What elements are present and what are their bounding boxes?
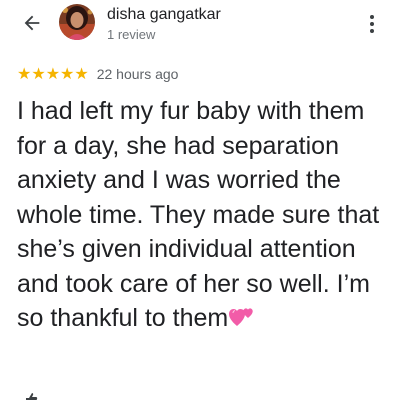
reviewer-review-count: 1 review [107, 27, 156, 42]
star-icon: ★ [31, 64, 46, 83]
reviewer-name[interactable]: disha gangatkar [107, 6, 221, 24]
star-icon: ★ [17, 64, 32, 83]
star-icon: ★ [45, 64, 61, 83]
thumbs-up-icon[interactable] [24, 393, 38, 400]
two-hearts-emoji [229, 308, 253, 326]
back-arrow-icon [24, 15, 40, 31]
more-vertical-icon-dot [370, 29, 374, 33]
more-vertical-icon [370, 15, 374, 19]
rating-row: ★ ★ ★ ★ ★ 22 hours ago [17, 65, 178, 83]
avatar[interactable] [59, 4, 95, 40]
reviewer-avatar-image [59, 4, 95, 40]
star-icon: ★ [74, 64, 89, 83]
star-rating: ★ ★ ★ ★ ★ [17, 66, 89, 82]
review-text: I had left my fur baby with them for a d… [17, 97, 380, 332]
more-options-button[interactable] [362, 12, 382, 36]
back-button[interactable] [14, 8, 50, 38]
review-body: I had left my fur baby with them for a d… [17, 94, 387, 336]
review-screen: disha gangatkar 1 review ★ ★ ★ ★ ★ 22 ho… [0, 0, 400, 400]
review-time: 22 hours ago [96, 66, 179, 82]
star-icon: ★ [60, 64, 75, 83]
more-vertical-icon-dot [370, 22, 374, 26]
review-header: disha gangatkar 1 review [0, 0, 400, 50]
